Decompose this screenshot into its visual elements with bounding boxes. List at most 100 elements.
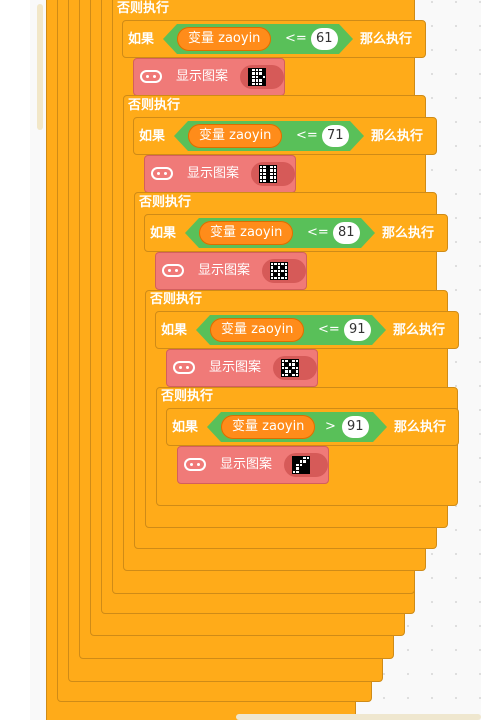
led-cell [306,463,309,467]
condition-block[interactable]: 变量 zaoyin <= 91 [196,315,386,345]
variable-reporter[interactable]: 变量 zaoyin [188,124,282,148]
led-cell [288,366,292,370]
condition-block[interactable]: 变量 zaoyin > 91 [207,412,387,442]
else-label: 否则执行 [139,195,192,210]
led-cell [266,172,270,176]
led-cell [259,75,262,79]
show-pattern-label: 显示图案 [220,457,273,472]
led-cell [277,273,281,276]
led-cell [273,179,276,182]
led-cell [271,269,274,273]
led-cell [292,373,295,376]
led-cell [259,72,262,75]
condition-block[interactable]: 变量 zaoyin <= 81 [185,218,375,248]
value-input[interactable]: 91 [344,319,371,341]
led-cell [274,269,277,273]
led-cell [252,79,255,82]
led-cell [285,360,288,363]
led-cell [285,363,288,366]
led-cell [299,470,303,473]
led-cell [293,467,296,470]
led-cell [284,273,287,276]
horizontal-scrollbar[interactable] [236,714,481,720]
if-label: 如果 [172,420,199,435]
led-cell [281,263,284,266]
led-cell [281,273,284,276]
led-cell [274,263,277,266]
show-pattern-block[interactable]: 显示图案 [155,252,307,290]
led-cell [252,72,255,75]
led-cell [273,172,276,176]
led-cell [271,263,274,266]
led-cell [262,69,265,72]
led-cell [271,266,274,269]
show-pattern-block[interactable]: 显示图案 [133,58,285,96]
condition-block[interactable]: 变量 zaoyin <= 71 [174,121,364,151]
led-cell [252,75,255,79]
if-block[interactable]: 如果 变量 zaoyin > 91 那么执行 [166,408,459,446]
pattern-selector[interactable] [251,162,295,186]
condition-block[interactable]: 变量 zaoyin <= 61 [163,24,353,54]
show-pattern-block[interactable]: 显示图案 [177,446,329,484]
led-cell [295,373,298,376]
led-cell [285,366,288,370]
led-cell [249,69,252,72]
extension-icon [184,458,206,471]
if-block[interactable]: 如果 变量 zaoyin <= 71 那么执行 [133,117,437,155]
variable-reporter[interactable]: 变量 zaoyin [199,221,293,245]
led-cell [266,169,270,172]
pattern-selector[interactable] [284,453,328,477]
show-pattern-label: 显示图案 [198,263,251,278]
led-cell [263,166,266,169]
value-input[interactable]: 81 [333,222,360,244]
led-cell [293,463,296,467]
if-label: 如果 [128,32,155,47]
led-cell [292,366,295,370]
if-block[interactable]: 如果 变量 zaoyin <= 81 那么执行 [144,214,448,252]
led-cell [270,172,273,176]
pattern-selector[interactable] [240,65,284,89]
variable-reporter[interactable]: 变量 zaoyin [210,318,304,342]
led-cell [255,75,259,79]
led-cell [296,460,299,463]
led-cell [259,69,262,72]
code-workspace[interactable]: 否则执行 如果 变量 zaoyin <= 61 那么执行 显示图案 否则执行 如… [0,0,481,720]
value-input[interactable]: 71 [322,125,349,147]
pattern-selector[interactable] [262,259,306,283]
show-pattern-label: 显示图案 [209,360,262,375]
led-cell [262,75,265,79]
led-cell [295,366,298,370]
else-label: 否则执行 [150,292,203,307]
then-label: 那么执行 [394,420,447,435]
led-cell [292,360,295,363]
led-cell [285,370,288,373]
led-cell [266,179,270,182]
variable-reporter[interactable]: 变量 zaoyin [221,415,315,439]
led-pattern-icon [248,68,266,86]
led-cell [306,457,309,460]
led-cell [282,363,285,366]
extension-icon [173,361,195,374]
if-label: 如果 [161,323,188,338]
led-cell [288,370,292,373]
led-cell [303,470,306,473]
led-cell [249,79,252,82]
value-input[interactable]: 61 [311,28,338,50]
if-block[interactable]: 如果 变量 zaoyin <= 91 那么执行 [155,311,459,349]
if-block[interactable]: 如果 变量 zaoyin <= 61 那么执行 [122,20,426,58]
pattern-selector[interactable] [273,356,317,380]
led-cell [288,373,292,376]
value-input[interactable]: 91 [342,416,369,438]
led-cell [263,169,266,172]
variable-reporter[interactable]: 变量 zaoyin [177,27,271,51]
comparison-operator: > [325,419,336,434]
vertical-scrollbar[interactable] [37,4,43,130]
led-cell [263,176,266,179]
led-cell [299,460,303,463]
show-pattern-block[interactable]: 显示图案 [166,349,318,387]
led-cell [252,69,255,72]
led-cell [262,79,265,82]
led-cell [303,463,306,467]
led-cell [292,370,295,373]
show-pattern-block[interactable]: 显示图案 [144,155,296,193]
